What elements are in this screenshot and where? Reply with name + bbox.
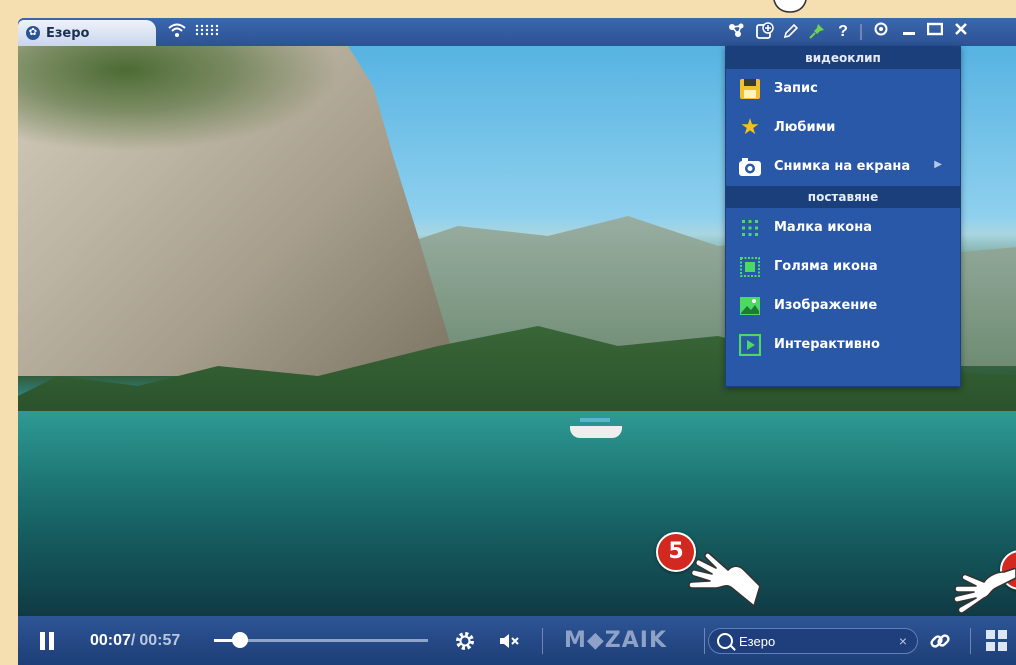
- menu-section-video: видеоклип: [726, 47, 960, 69]
- menu-item-screenshot[interactable]: Снимка на екрана ▶: [726, 147, 960, 186]
- control-divider: [970, 628, 971, 654]
- pause-icon: [40, 631, 54, 650]
- mute-speaker-icon[interactable]: [498, 616, 522, 665]
- molecule-icon[interactable]: [726, 22, 748, 42]
- menu-item-interactive[interactable]: Интерактивно: [726, 325, 960, 364]
- menu-item-label: Голяма икона: [774, 259, 878, 274]
- share-menu: видеоклип Запис ★ Любими Снимка на екран…: [725, 46, 961, 387]
- save-icon: [738, 78, 762, 100]
- eye-icon[interactable]: [870, 22, 892, 42]
- menu-item-image[interactable]: Изображение: [726, 286, 960, 325]
- maximize-icon[interactable]: [924, 22, 946, 42]
- player-control-bar: 00:07 / 00:57 M◆ZAIK Езеро ×: [18, 616, 1016, 665]
- current-time: 00:07: [90, 631, 131, 649]
- add-resource-icon[interactable]: [754, 22, 776, 42]
- wifi-icon[interactable]: [166, 22, 188, 42]
- settings-gear-icon[interactable]: [454, 616, 476, 665]
- pointing-hand-icon-partial: [773, 0, 807, 13]
- mozaik-brand-logo: M◆ZAIK: [564, 628, 668, 653]
- search-input[interactable]: Езеро: [739, 634, 899, 649]
- time-display: 00:07 / 00:57: [90, 616, 180, 665]
- menu-item-label: Интерактивно: [774, 337, 880, 352]
- help-icon[interactable]: ?: [832, 22, 854, 42]
- search-icon: [717, 633, 733, 649]
- video-lake: [18, 411, 1016, 616]
- large-icon-icon: [738, 256, 762, 278]
- titlebar-divider: [860, 24, 862, 40]
- viewer-window: ✿ Езеро ? видеоклип Запис ★ Любими Снимк…: [18, 18, 1016, 665]
- video-boat: [570, 418, 622, 440]
- menu-item-large-icon[interactable]: Голяма икона: [726, 247, 960, 286]
- mozaik-logo-icon: ✿: [26, 26, 40, 40]
- page-background: ✿ Езеро ? видеоклип Запис ★ Любими Снимк…: [0, 0, 1016, 665]
- minimize-icon[interactable]: [898, 22, 920, 42]
- menu-item-label: Снимка на екрана: [774, 159, 911, 174]
- menu-item-label: Запис: [774, 81, 818, 96]
- total-time: 00:57: [139, 631, 181, 649]
- search-field[interactable]: Езеро ×: [708, 628, 918, 654]
- pencil-icon[interactable]: [780, 22, 802, 42]
- control-divider: [542, 628, 543, 654]
- star-icon: ★: [740, 115, 760, 140]
- title-bar: ✿ Езеро ?: [18, 18, 1016, 46]
- link-icon[interactable]: [928, 616, 952, 665]
- menu-item-small-icon[interactable]: Малка икона: [726, 208, 960, 247]
- submenu-arrow-icon: ▶: [934, 159, 942, 170]
- window-tab[interactable]: ✿ Езеро: [18, 20, 156, 46]
- image-icon: [738, 295, 762, 317]
- dots-grid-icon[interactable]: [194, 22, 220, 42]
- menu-item-label: Малка икона: [774, 220, 872, 235]
- interactive-play-icon: [738, 333, 762, 356]
- pin-icon[interactable]: [806, 22, 828, 42]
- seek-slider[interactable]: [214, 616, 428, 665]
- window-title: Езеро: [46, 25, 90, 41]
- pointing-hand-icon: [688, 552, 760, 607]
- menu-item-label: Любими: [774, 120, 836, 135]
- menu-item-label: Изображение: [774, 298, 878, 313]
- seek-handle[interactable]: [231, 632, 248, 648]
- menu-item-favorites[interactable]: ★ Любими: [726, 108, 960, 147]
- menu-item-save[interactable]: Запис: [726, 69, 960, 108]
- close-icon[interactable]: [950, 22, 972, 42]
- clear-search-icon[interactable]: ×: [899, 633, 907, 649]
- time-separator: /: [130, 631, 136, 649]
- control-divider: [704, 628, 705, 654]
- menu-section-embed: поставяне: [726, 186, 960, 208]
- small-icon-icon: [738, 217, 762, 239]
- pause-button[interactable]: [40, 616, 54, 665]
- camera-icon: [738, 156, 762, 178]
- pointing-hand-icon: [953, 568, 1016, 614]
- video-cliff-vegetation: [18, 46, 378, 166]
